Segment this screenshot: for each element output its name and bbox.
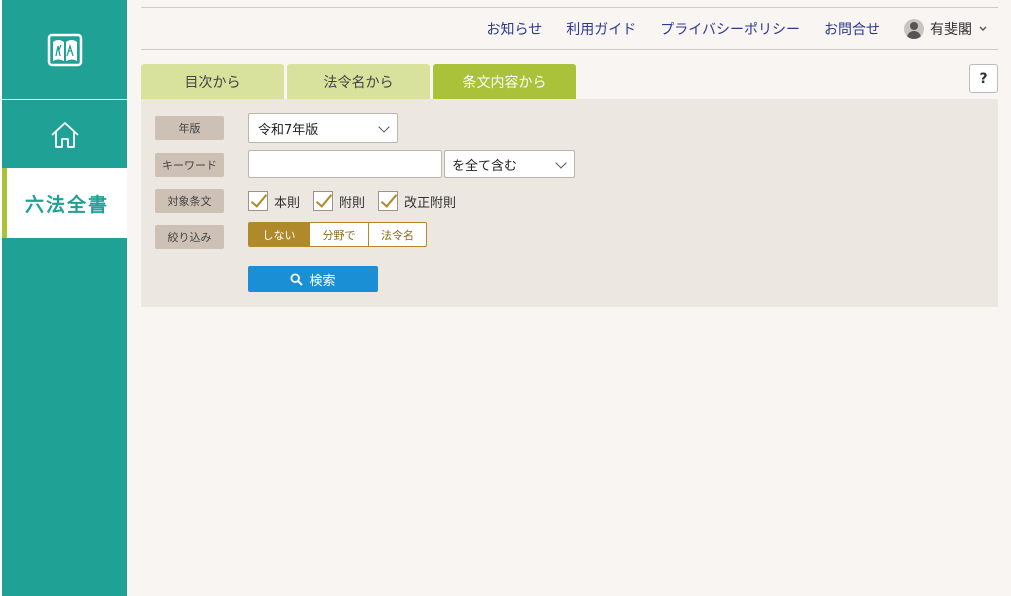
target-main-label: 本則 <box>274 195 301 211</box>
checkbox-checked-icon <box>248 191 268 211</box>
logo[interactable] <box>2 0 127 100</box>
target-supplementary-checkbox[interactable]: 附則 <box>313 191 365 211</box>
nav-contact-link[interactable]: お問合せ <box>824 19 880 39</box>
filter-label: 絞り込み <box>155 225 224 249</box>
search-icon <box>290 272 304 286</box>
search-tabs: 目次から 法令名から 条文内容から <box>141 64 576 99</box>
match-mode-select[interactable]: を全て含む <box>444 150 575 178</box>
filter-none-option[interactable]: しない <box>249 223 309 246</box>
keyword-input[interactable] <box>248 150 442 178</box>
top-nav: お知らせ 利用ガイド プライバシーポリシー お問合せ 有斐閣 <box>487 8 988 49</box>
nav-guide-link[interactable]: 利用ガイド <box>566 19 636 39</box>
sidebar: 六法全書 <box>0 0 127 596</box>
nav-news-link[interactable]: お知らせ <box>487 19 543 39</box>
filter-field-option[interactable]: 分野で <box>309 223 368 246</box>
user-name: 有斐閣 <box>930 21 972 38</box>
search-button[interactable]: 検索 <box>248 266 378 292</box>
avatar-icon <box>904 18 924 39</box>
edition-value: 令和7年版 <box>258 122 319 138</box>
filter-law-name-option[interactable]: 法令名 <box>368 223 426 246</box>
checkbox-checked-icon <box>378 191 398 211</box>
tab-toc[interactable]: 目次から <box>141 64 284 99</box>
target-label: 対象条文 <box>155 189 224 213</box>
home-button[interactable] <box>2 101 127 168</box>
search-button-label: 検索 <box>309 273 336 289</box>
match-mode-value: を全て含む <box>452 158 518 174</box>
target-amendment-label: 改正附則 <box>404 195 457 211</box>
home-icon <box>50 121 79 148</box>
target-supplementary-label: 附則 <box>339 195 366 211</box>
target-main-checkbox[interactable]: 本則 <box>248 191 300 211</box>
keyword-label: キーワード <box>155 153 224 177</box>
edition-label: 年版 <box>155 116 224 140</box>
search-panel: 年版 令和7年版 キーワード を全て含む 対象条文 本則 附則 改正附則 絞り込… <box>141 99 998 307</box>
filter-segmented-control: しない 分野で 法令名 <box>248 222 427 247</box>
chevron-down-icon <box>555 157 567 169</box>
sidebar-item-label: 六法全書 <box>24 193 109 216</box>
tab-article-content[interactable]: 条文内容から <box>433 64 576 99</box>
user-menu[interactable]: 有斐閣 <box>904 18 988 39</box>
checkbox-checked-icon <box>313 191 333 211</box>
book-emblem-icon <box>47 33 82 66</box>
nav-privacy-link[interactable]: プライバシーポリシー <box>660 19 800 39</box>
help-button[interactable]: ? <box>969 64 998 93</box>
chevron-down-icon <box>378 121 390 133</box>
header: お知らせ 利用ガイド プライバシーポリシー お問合せ 有斐閣 <box>141 7 998 50</box>
target-amendment-checkbox[interactable]: 改正附則 <box>378 191 456 211</box>
edition-select[interactable]: 令和7年版 <box>248 113 398 143</box>
chevron-down-icon <box>979 26 987 31</box>
tab-law-name[interactable]: 法令名から <box>287 64 430 99</box>
sidebar-item-roppo[interactable]: 六法全書 <box>2 168 127 238</box>
